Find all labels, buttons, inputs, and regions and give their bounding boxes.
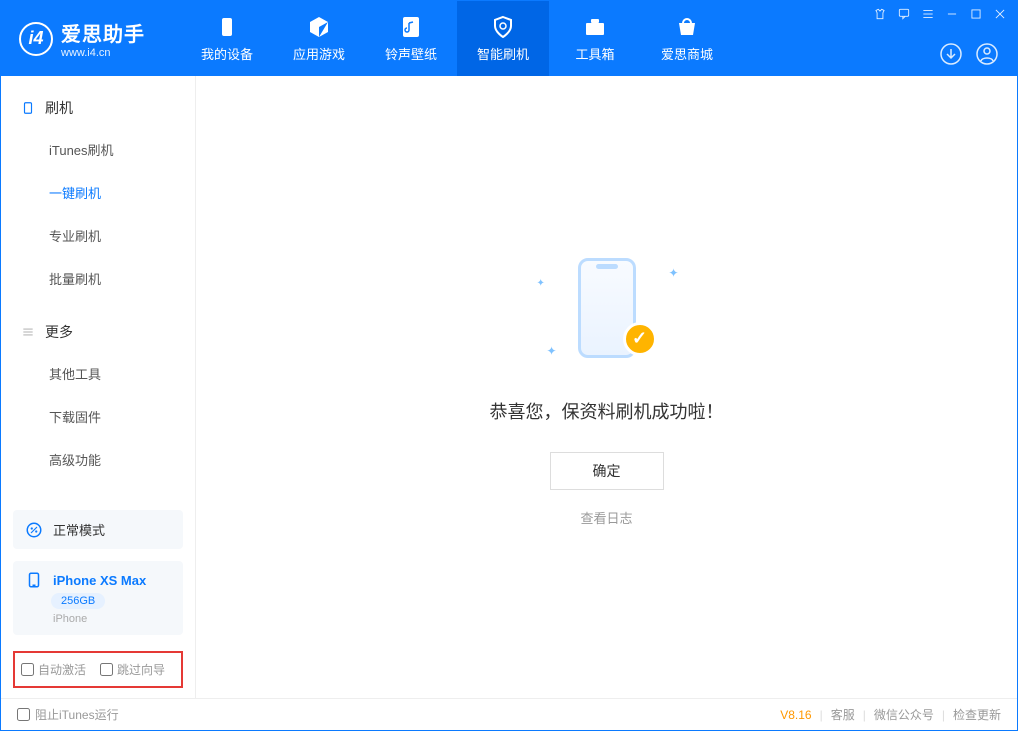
body: 刷机 iTunes刷机 一键刷机 专业刷机 批量刷机 更多 其他工具 下载固件 … (1, 76, 1017, 698)
header: i4 爱思助手 www.i4.cn 我的设备 应用游戏 铃声壁纸 智能刷机 工具… (1, 1, 1017, 76)
nav-tab-store[interactable]: 爱思商城 (641, 1, 733, 76)
device-phone-icon (25, 571, 43, 589)
footer-link-update[interactable]: 检查更新 (953, 706, 1001, 723)
download-icon[interactable] (939, 42, 963, 66)
ok-button[interactable]: 确定 (550, 452, 664, 490)
success-illustration: ✦ ✦ ✦ ✓ (527, 248, 687, 368)
minimize-icon[interactable] (945, 7, 959, 21)
block-itunes-checkbox[interactable]: 阻止iTunes运行 (17, 706, 119, 723)
maximize-icon[interactable] (969, 7, 983, 21)
device-storage: 256GB (51, 593, 105, 609)
device-name: iPhone XS Max (53, 573, 146, 588)
options-box: 自动激活 跳过向导 (13, 651, 183, 688)
auto-activate-checkbox[interactable]: 自动激活 (21, 661, 86, 678)
skip-wizard-checkbox[interactable]: 跳过向导 (100, 661, 165, 678)
cube-icon (307, 15, 331, 39)
sparkle-icon: ✦ (668, 266, 678, 280)
tshirt-icon[interactable] (873, 7, 887, 21)
success-message: 恭喜您，保资料刷机成功啦！ (490, 398, 724, 424)
main-panel: ✦ ✦ ✦ ✓ 恭喜您，保资料刷机成功啦！ 确定 查看日志 (196, 76, 1017, 698)
mode-icon (25, 521, 43, 539)
sidebar-item-oneclick-flash[interactable]: 一键刷机 (1, 171, 195, 214)
sparkle-icon: ✦ (547, 344, 557, 358)
nav-tab-device[interactable]: 我的设备 (181, 1, 273, 76)
nav-tab-apps[interactable]: 应用游戏 (273, 1, 365, 76)
nav-tab-ringtone[interactable]: 铃声壁纸 (365, 1, 457, 76)
phone-icon (21, 101, 35, 115)
sidebar-group-flash[interactable]: 刷机 (1, 88, 195, 128)
sidebar-item-advanced[interactable]: 高级功能 (1, 438, 195, 481)
menu-icon[interactable] (921, 7, 935, 21)
sidebar-item-batch-flash[interactable]: 批量刷机 (1, 257, 195, 300)
feedback-icon[interactable] (897, 7, 911, 21)
mode-label: 正常模式 (53, 520, 105, 539)
logo-icon: i4 (19, 22, 53, 56)
logo-title: 爱思助手 (61, 18, 145, 47)
toolbox-icon (583, 15, 607, 39)
sparkle-icon: ✦ (537, 278, 545, 289)
window-controls (873, 7, 1007, 21)
user-icon[interactable] (975, 42, 999, 66)
footer: 阻止iTunes运行 V8.16 | 客服 | 微信公众号 | 检查更新 (1, 698, 1017, 730)
nav-tabs: 我的设备 应用游戏 铃声壁纸 智能刷机 工具箱 爱思商城 (181, 1, 733, 76)
close-icon[interactable] (993, 7, 1007, 21)
nav-tab-toolbox[interactable]: 工具箱 (549, 1, 641, 76)
device-type: iPhone (53, 613, 87, 625)
device-card[interactable]: iPhone XS Max 256GB iPhone (13, 561, 183, 635)
logo[interactable]: i4 爱思助手 www.i4.cn (1, 18, 181, 59)
check-icon: ✓ (623, 322, 657, 356)
mode-card[interactable]: 正常模式 (13, 510, 183, 549)
music-icon (399, 15, 423, 39)
sidebar-item-itunes-flash[interactable]: iTunes刷机 (1, 128, 195, 171)
sidebar: 刷机 iTunes刷机 一键刷机 专业刷机 批量刷机 更多 其他工具 下载固件 … (1, 76, 196, 698)
footer-link-wechat[interactable]: 微信公众号 (874, 706, 934, 723)
view-log-link[interactable]: 查看日志 (580, 508, 632, 527)
footer-link-support[interactable]: 客服 (831, 706, 855, 723)
version-label: V8.16 (780, 708, 811, 722)
sidebar-item-download-fw[interactable]: 下载固件 (1, 395, 195, 438)
device-icon (215, 15, 239, 39)
header-actions (939, 42, 999, 66)
logo-subtitle: www.i4.cn (61, 47, 145, 59)
sidebar-group-more[interactable]: 更多 (1, 312, 195, 352)
app-window: i4 爱思助手 www.i4.cn 我的设备 应用游戏 铃声壁纸 智能刷机 工具… (0, 0, 1018, 731)
nav-tab-flash[interactable]: 智能刷机 (457, 1, 549, 76)
store-icon (675, 15, 699, 39)
sidebar-item-pro-flash[interactable]: 专业刷机 (1, 214, 195, 257)
shield-icon (491, 15, 515, 39)
list-icon (21, 325, 35, 339)
sidebar-item-other-tools[interactable]: 其他工具 (1, 352, 195, 395)
